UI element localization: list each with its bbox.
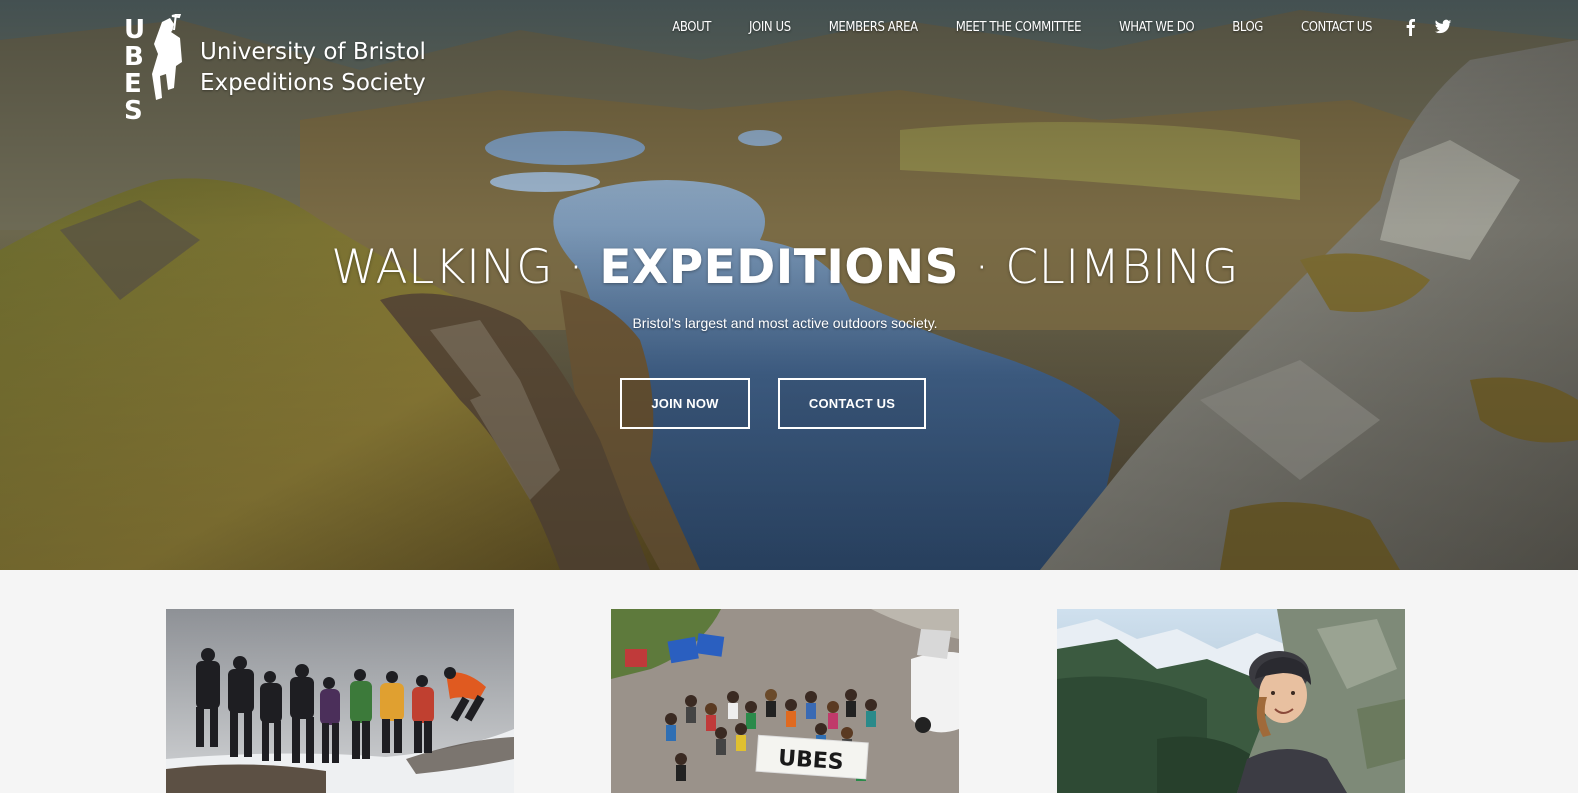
- card-expeditions-image[interactable]: UBES: [611, 609, 959, 793]
- nav-contact-us[interactable]: CONTACT US: [1301, 20, 1372, 35]
- headline-expeditions: EXPEDITIONS: [599, 240, 959, 295]
- hero-section: U B E S University of Bristol Expedition…: [0, 0, 1578, 570]
- site-name: University of Bristol Expeditions Societ…: [200, 37, 426, 99]
- main-navigation: ABOUT JOIN US MEMBERS AREA MEET THE COMM…: [672, 16, 1452, 38]
- feature-cards: UBES: [0, 609, 1578, 793]
- site-name-line1: University of Bristol: [200, 39, 426, 65]
- svg-text:B: B: [124, 42, 144, 72]
- nav-join-us[interactable]: JOIN US: [749, 20, 791, 35]
- ubes-banner-text: UBES: [777, 746, 844, 776]
- join-now-button[interactable]: JOIN NOW: [620, 378, 750, 429]
- hero-headline: WALKING · EXPEDITIONS · CLIMBING: [0, 240, 1570, 295]
- svg-text:S: S: [124, 96, 143, 122]
- hero-subtitle: Bristol's largest and most active outdoo…: [632, 315, 938, 331]
- social-links: [1402, 18, 1452, 36]
- card-climbing-image[interactable]: [1057, 609, 1405, 793]
- climber-photo: [1057, 609, 1405, 793]
- headline-walking: WALKING ·: [331, 240, 600, 295]
- group-banner-photo: UBES: [611, 609, 959, 793]
- nav-about[interactable]: ABOUT: [672, 20, 711, 35]
- svg-text:E: E: [124, 69, 142, 99]
- walking-group-photo: [166, 609, 514, 793]
- card-walking-image[interactable]: [166, 609, 514, 793]
- svg-text:U: U: [124, 15, 145, 45]
- facebook-icon[interactable]: [1402, 18, 1420, 36]
- nav-what-we-do[interactable]: WHAT WE DO: [1119, 20, 1194, 35]
- nav-meet-the-committee[interactable]: MEET THE COMMITTEE: [956, 20, 1082, 35]
- twitter-icon[interactable]: [1434, 18, 1452, 36]
- headline-climbing: · CLIMBING: [958, 240, 1239, 295]
- contact-us-button[interactable]: CONTACT US: [778, 378, 926, 429]
- site-logo[interactable]: U B E S University of Bristol Expedition…: [124, 14, 426, 122]
- nav-members-area[interactable]: MEMBERS AREA: [829, 20, 918, 35]
- nav-blog[interactable]: BLOG: [1232, 20, 1263, 35]
- ubes-logo-mark-icon: U B E S: [124, 14, 182, 122]
- site-name-line2: Expeditions Society: [200, 70, 426, 96]
